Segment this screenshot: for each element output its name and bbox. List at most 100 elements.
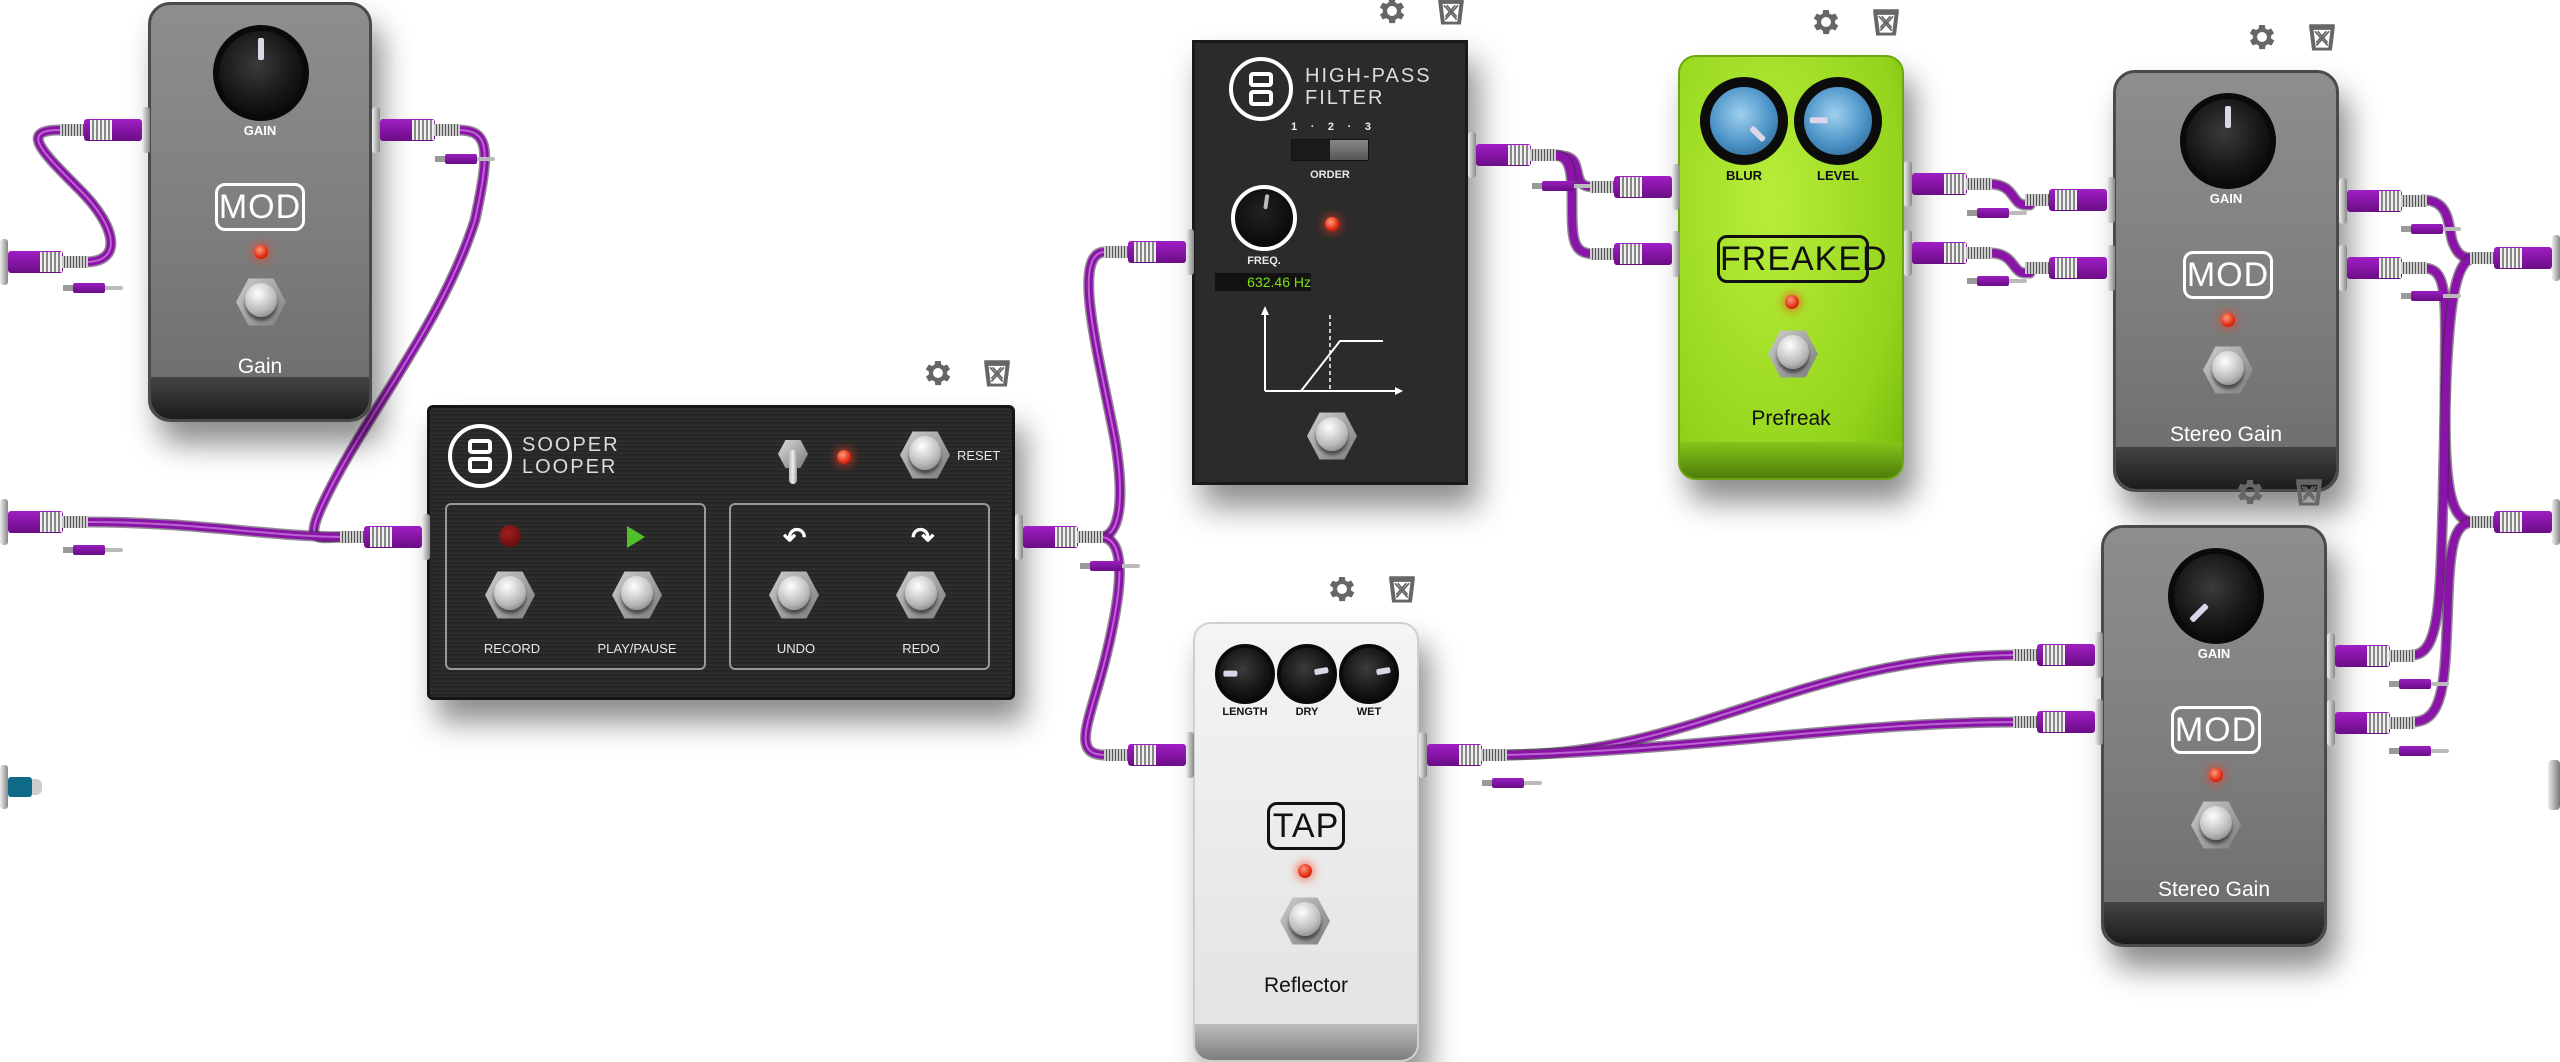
- prefreak-settings-gear-icon[interactable]: [1809, 5, 1843, 39]
- cable-looper-to-hpf[interactable]: [1083, 246, 1126, 543]
- stereogain2-spare-plug-right[interactable]: [2389, 746, 2449, 756]
- order-tick-1: 1: [1291, 121, 1298, 133]
- cable-sg1-r-to-out2[interactable]: [2417, 262, 2481, 528]
- brand-badge: MOD: [2171, 706, 2261, 754]
- system-capture-2-jack[interactable]: [0, 499, 90, 545]
- looper-status-led: [837, 450, 851, 464]
- cable-sg2-l-to-out1[interactable]: [2406, 252, 2481, 661]
- gain-spare-plug[interactable]: [435, 154, 495, 164]
- order-selector-handle[interactable]: [1330, 140, 1368, 160]
- prefreak-spare-plug-left[interactable]: [1967, 208, 2027, 218]
- hpf-input-jack[interactable]: [1104, 229, 1194, 275]
- reflector-input-jack[interactable]: [1104, 732, 1194, 778]
- undo-footswitch[interactable]: [769, 570, 819, 620]
- cable-prefreak-to-stereogain1-l[interactable]: [1984, 178, 2036, 211]
- stereogain2-output-left-jack[interactable]: [2327, 633, 2417, 679]
- looper-input-jack[interactable]: [340, 514, 430, 560]
- system-capture-2-spare-plug[interactable]: [63, 545, 123, 555]
- gain-input-jack[interactable]: [60, 107, 150, 153]
- pedal-sooper-looper[interactable]: SOOPER LOOPER RESET RECORD PLAY/PAUSE ↶ …: [427, 405, 1015, 700]
- redo-footswitch[interactable]: [896, 570, 946, 620]
- prefreak-output-right-jack[interactable]: [1904, 230, 1994, 276]
- pedal-high-pass-filter[interactable]: HIGH-PASS FILTER 1 · 2 · 3 ORDER FREQ. 6…: [1192, 40, 1468, 485]
- cable-prefreak-to-stereogain1-r[interactable]: [1984, 247, 2036, 279]
- system-playback-1-jack[interactable]: [2470, 235, 2560, 281]
- stereogain1-spare-plug-left[interactable]: [2401, 224, 2461, 234]
- looper-output-jack[interactable]: [1015, 514, 1105, 560]
- knob-dry[interactable]: [1277, 644, 1337, 704]
- freq-display-value: 632.46 Hz: [1247, 274, 1311, 290]
- hpf-remove-trash-icon[interactable]: [1434, 0, 1468, 28]
- bypass-footswitch[interactable]: [1280, 896, 1330, 946]
- knob-length[interactable]: [1215, 644, 1275, 704]
- hpf-spare-plug[interactable]: [1532, 181, 1592, 191]
- bypass-footswitch[interactable]: [2203, 345, 2253, 395]
- reflector-remove-trash-icon[interactable]: [1385, 572, 1419, 606]
- knob-label-dry: DRY: [1295, 706, 1319, 718]
- prefreak-remove-trash-icon[interactable]: [1869, 5, 1903, 39]
- knob-level[interactable]: [1794, 77, 1882, 165]
- knob-gain[interactable]: [2168, 548, 2264, 644]
- bypass-footswitch[interactable]: [1768, 329, 1818, 379]
- reflector-spare-plug[interactable]: [1482, 778, 1542, 788]
- stereogain1-remove-trash-icon[interactable]: [2305, 20, 2339, 54]
- looper-toggle-switch[interactable]: [778, 436, 808, 486]
- cable-system-in1-to-gain[interactable]: [32, 124, 117, 268]
- knob-gain[interactable]: [2180, 93, 2276, 189]
- pedal-prefreak[interactable]: BLUR LEVEL FREAKED Prefreak: [1678, 55, 1904, 480]
- gain-output-jack[interactable]: [372, 107, 462, 153]
- midi-input-port[interactable]: [0, 765, 44, 809]
- cable-reflector-to-stereogain2-l[interactable]: [1499, 649, 2026, 761]
- knob-freq[interactable]: [1231, 185, 1297, 251]
- stereogain2-remove-trash-icon[interactable]: [2292, 475, 2326, 509]
- stereogain2-input-right-jack[interactable]: [2013, 699, 2103, 745]
- stereogain1-spare-plug-right[interactable]: [2401, 291, 2461, 301]
- cable-sg2-r-to-out2[interactable]: [2406, 516, 2481, 728]
- hpf-settings-gear-icon[interactable]: [1375, 0, 1409, 28]
- prefreak-spare-plug-right[interactable]: [1967, 276, 2027, 286]
- stereogain2-spare-plug-left[interactable]: [2389, 679, 2449, 689]
- stereogain2-settings-gear-icon[interactable]: [2233, 475, 2267, 509]
- pedal-stereo-gain-1[interactable]: GAIN MOD Stereo Gain: [2113, 70, 2339, 492]
- knob-gain[interactable]: [213, 25, 309, 121]
- stereogain2-output-right-jack[interactable]: [2327, 700, 2417, 746]
- reflector-output-jack[interactable]: [1419, 732, 1509, 778]
- stereogain1-output-right-jack[interactable]: [2339, 245, 2429, 291]
- stereogain1-output-left-jack[interactable]: [2339, 178, 2429, 224]
- system-capture-1-spare-plug[interactable]: [63, 283, 123, 293]
- prefreak-input-right-jack[interactable]: [1590, 231, 1680, 277]
- looper-logo: [448, 424, 512, 488]
- bypass-footswitch[interactable]: [2191, 800, 2241, 850]
- prefreak-output-left-jack[interactable]: [1904, 161, 1994, 207]
- hpf-output-jack[interactable]: [1468, 132, 1558, 178]
- knob-blur[interactable]: [1700, 77, 1788, 165]
- system-playback-2-jack[interactable]: [2470, 499, 2560, 545]
- system-capture-1-jack[interactable]: [0, 239, 90, 285]
- hpf-logo: [1229, 57, 1293, 121]
- stereogain2-input-left-jack[interactable]: [2013, 632, 2103, 678]
- cable-system-in2-to-looper[interactable]: [79, 516, 351, 543]
- pedal-stereo-gain-2[interactable]: GAIN MOD Stereo Gain: [2101, 525, 2327, 947]
- midi-output-port[interactable]: [2548, 760, 2560, 810]
- stereogain1-input-left-jack[interactable]: [2025, 177, 2115, 223]
- cable-reflector-to-stereogain2-r[interactable]: [1499, 716, 2026, 761]
- looper-settings-gear-icon[interactable]: [921, 356, 955, 390]
- hpf-bypass-footswitch[interactable]: [1307, 411, 1357, 461]
- reflector-settings-gear-icon[interactable]: [1325, 572, 1359, 606]
- looper-remove-trash-icon[interactable]: [980, 356, 1014, 390]
- order-tick-2: 2: [1327, 121, 1335, 133]
- looper-spare-plug[interactable]: [1080, 561, 1140, 571]
- bypass-footswitch[interactable]: [236, 277, 286, 327]
- stereogain1-settings-gear-icon[interactable]: [2245, 20, 2279, 54]
- looper-reset-footswitch[interactable]: [900, 430, 950, 480]
- stereogain1-input-right-jack[interactable]: [2025, 245, 2115, 291]
- prefreak-input-left-jack[interactable]: [1590, 164, 1680, 210]
- order-selector-switch[interactable]: [1291, 139, 1369, 161]
- pedal-gain[interactable]: GAIN MOD Gain: [148, 2, 372, 422]
- pedal-reflector[interactable]: LENGTH DRY WET TAP Reflector: [1193, 622, 1419, 1062]
- cable-hpf-to-prefreak-r[interactable]: [1547, 149, 1601, 260]
- record-label: RECORD: [483, 641, 541, 656]
- knob-wet[interactable]: [1339, 644, 1399, 704]
- play-pause-footswitch[interactable]: [612, 570, 662, 620]
- record-footswitch[interactable]: [485, 570, 535, 620]
